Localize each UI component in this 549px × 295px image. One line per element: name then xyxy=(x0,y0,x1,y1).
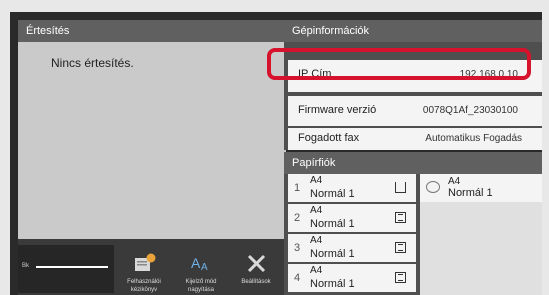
user-manual-icon xyxy=(135,253,156,271)
notification-empty-text: Nincs értesítés. xyxy=(51,56,134,70)
display-zoom-label: Kijelző mód nagyítása xyxy=(175,278,227,294)
firmware-version-row[interactable]: Firmware verzió 0078Q1Af_23030100 xyxy=(288,96,542,126)
settings-button[interactable]: Beállítások xyxy=(234,245,278,295)
svg-text:A: A xyxy=(201,262,208,273)
toner-label: Bk xyxy=(22,263,30,269)
tray-paper-type: Normál 1 xyxy=(310,278,355,290)
tray-paper-type: Normál 1 xyxy=(310,188,355,200)
tray-paper-type: Normál 1 xyxy=(310,218,355,230)
tray-paper-size: A4 xyxy=(310,175,323,186)
display-zoom-label-line2: nagyítása xyxy=(187,287,215,293)
display-zoom-button[interactable]: A A Kijelző mód nagyítása xyxy=(179,245,223,295)
bypass-tray-header: A4 Normál 1 xyxy=(420,174,542,202)
tray-number: 1 xyxy=(294,182,301,194)
tray-1[interactable]: 1 A4 Normál 1 xyxy=(288,174,416,202)
machine-info-title: Gépinformációk xyxy=(284,20,542,42)
toner-level-bar xyxy=(36,266,108,268)
tray-paper-type: Normál 1 xyxy=(310,248,355,260)
tray-3[interactable]: 3 A4 Normál 1 xyxy=(288,234,416,262)
user-manual-label-line2: kézikönyv xyxy=(130,287,158,293)
tray-4[interactable]: 4 A4 Normál 1 xyxy=(288,264,416,292)
tray-number: 2 xyxy=(294,212,301,224)
tray-paper-size: A4 xyxy=(310,235,323,246)
notification-title: Értesítés xyxy=(18,20,286,42)
firmware-version-label: Firmware verzió xyxy=(298,104,377,116)
machine-info-panel: Gépinformációk IP Cím 192.168.0.10 Firmw… xyxy=(284,20,542,150)
tray-paper-size: A4 xyxy=(310,205,323,216)
user-manual-button[interactable]: Felhasználói kézikönyv xyxy=(122,245,166,295)
tray-2[interactable]: 2 A4 Normál 1 xyxy=(288,204,416,232)
bypass-paper-size: A4 xyxy=(448,176,461,187)
text-zoom-icon: A A xyxy=(191,255,208,273)
tools-icon xyxy=(247,254,266,273)
paper-tray-panel: Papírfiók 1 A4 Normál 1 2 A4 Normál 1 3 … xyxy=(284,152,542,295)
user-manual-label-line1: Felhasználói xyxy=(127,279,161,285)
user-manual-label: Felhasználói kézikönyv xyxy=(118,278,170,294)
toner-status[interactable]: Bk xyxy=(18,245,114,293)
firmware-version-value: 0078Q1Af_23030100 xyxy=(422,105,518,116)
svg-text:A: A xyxy=(191,255,201,271)
bypass-tray-icon xyxy=(426,181,440,193)
tray-paper-icon xyxy=(395,242,406,253)
received-fax-row[interactable]: Fogadott fax Automatikus Fogadás xyxy=(288,128,542,150)
tray-paper-icon xyxy=(395,272,406,283)
bottom-toolbar: Bk Felhasználói kézikönyv A A Kijelző mó… xyxy=(18,239,284,295)
paper-tray-title: Papírfiók xyxy=(284,152,542,174)
received-fax-value: Automatikus Fogadás xyxy=(425,133,522,144)
tray-number: 4 xyxy=(294,272,301,284)
tray-paper-size: A4 xyxy=(310,265,323,276)
bypass-tray[interactable]: A4 Normál 1 xyxy=(420,174,542,295)
tray-number: 3 xyxy=(294,242,301,254)
display-zoom-label-line1: Kijelző mód xyxy=(185,279,217,285)
ip-address-highlight xyxy=(267,48,531,80)
settings-label: Beállítások xyxy=(230,278,282,286)
tray-paper-icon xyxy=(395,182,406,193)
settings-label-text: Beállítások xyxy=(241,279,271,285)
notification-panel: Értesítés Nincs értesítés. xyxy=(18,20,286,242)
received-fax-label: Fogadott fax xyxy=(298,132,360,144)
bypass-paper-type: Normál 1 xyxy=(448,187,493,199)
tray-paper-icon xyxy=(395,212,406,223)
